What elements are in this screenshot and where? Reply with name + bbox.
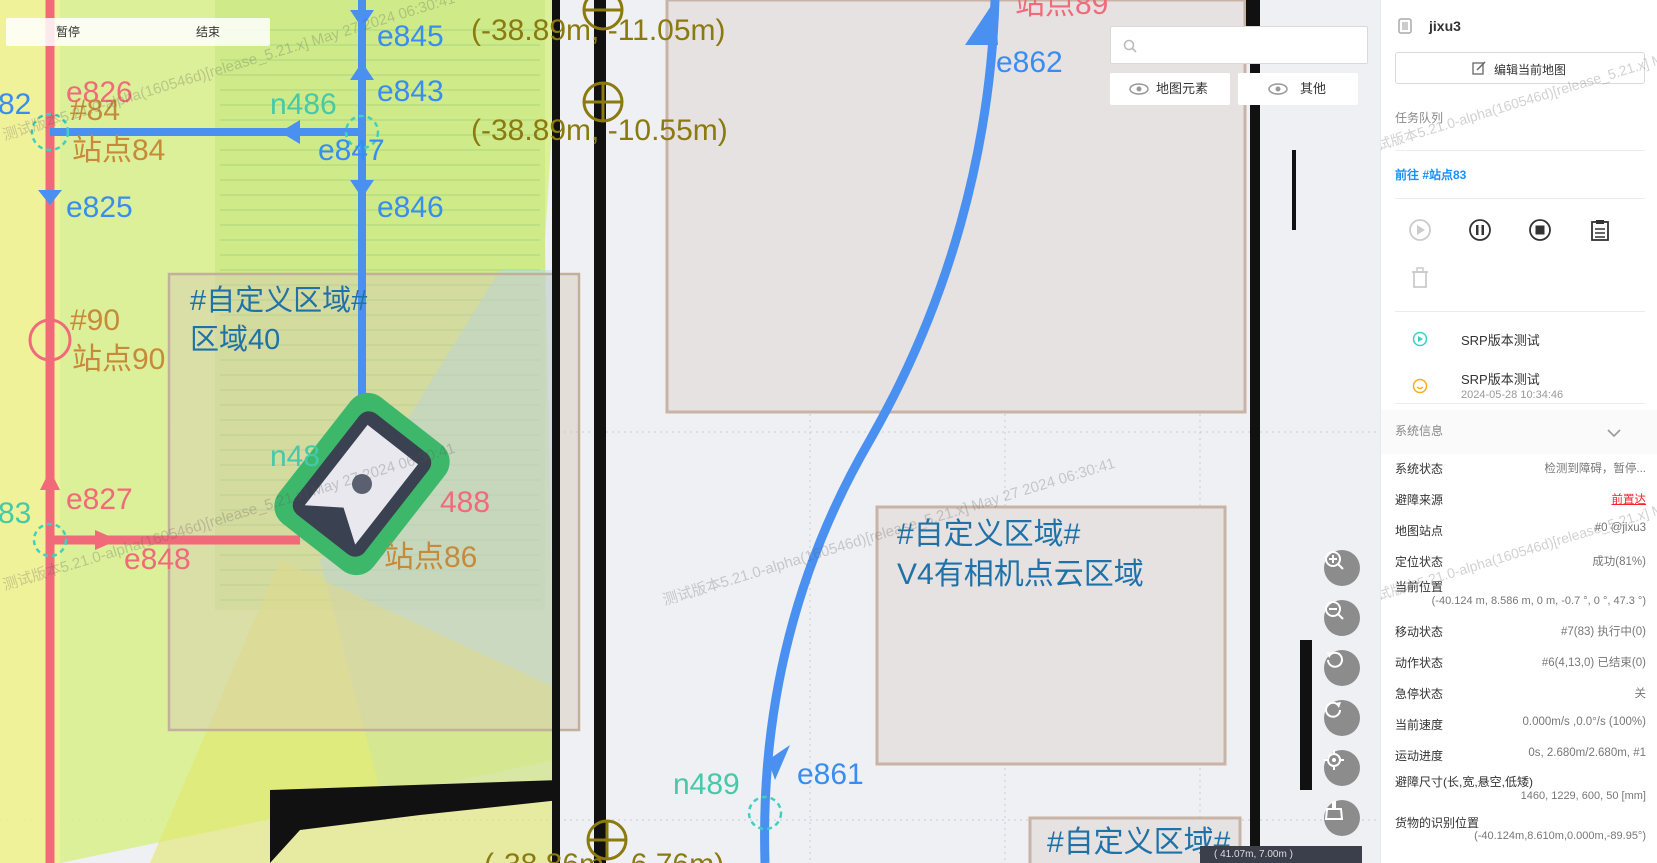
zone-title: #自定义区域# [190, 285, 368, 317]
map-search[interactable] [1110, 26, 1368, 64]
cursor-coordinates: ( 41.07m, 7.00m ) [1200, 846, 1362, 863]
task-running-icon [1412, 331, 1428, 347]
station-name: 站点89 [1015, 0, 1109, 21]
pause-icon [1469, 219, 1491, 241]
coord-label: (-38.89m, -11.05m) [471, 14, 726, 47]
node-label: n486 [270, 88, 337, 121]
row-label: 急停状态 [1395, 687, 1444, 701]
rotate-right-button[interactable] [1324, 700, 1360, 736]
system-info-label: 系统信息 [1395, 424, 1444, 438]
delete-button[interactable] [1408, 266, 1432, 290]
watermark: 测试版本5.21.0-alpha(160546d)[release_5.21.x… [1380, 13, 1657, 158]
row-value: 0.000m/s ,0.0°/s (100%) [1522, 716, 1647, 728]
row-label: 动作状态 [1395, 656, 1444, 670]
robot-name: jixu3 [1429, 18, 1461, 34]
zoom-in-icon [1325, 551, 1344, 570]
edge-label: e843 [377, 75, 444, 108]
task-name[interactable]: SRP版本测试 [1461, 369, 1540, 388]
zoom-out-button[interactable] [1324, 600, 1360, 636]
station-name: 站点84 [72, 134, 166, 167]
row-label: 货物的识别位置 [1395, 816, 1480, 830]
others-toggle[interactable]: 其他 [1238, 73, 1358, 105]
stop-icon [1529, 219, 1551, 241]
broom-icon [1324, 801, 1344, 820]
row-label: 避障尺寸(长,宽,悬空,低矮) [1395, 775, 1533, 789]
zone-name: V4有相机点云区域 [897, 558, 1144, 591]
zone-name: 区域40 [190, 324, 281, 356]
task-warning-icon [1412, 378, 1428, 394]
rotate-left-button[interactable] [1324, 650, 1360, 686]
rotate-left-icon [1327, 651, 1343, 668]
crosshair-icon [1324, 750, 1344, 770]
station-id: #90 [70, 304, 121, 337]
pause-button[interactable]: 暂停 [56, 18, 80, 46]
others-label: 其他 [1300, 81, 1327, 96]
stop-button[interactable] [1528, 218, 1552, 242]
row-label: 移动状态 [1395, 625, 1444, 639]
play-icon [1409, 219, 1431, 241]
coord-label: (-38.86m, -6.76m) [484, 850, 724, 863]
trash-icon [1412, 267, 1428, 288]
row-value: (-40.124 m, 8.586 m, 0 m, -0.7 °, 0 °, 4… [1431, 595, 1646, 607]
clipboard-icon [1591, 220, 1609, 241]
coord-label: (-38.89m, -10.55m) [471, 114, 728, 147]
station-name: 站点90 [72, 343, 166, 376]
row-label: 地图站点 [1395, 524, 1444, 538]
task-control-bar: 暂停 结束 [6, 18, 270, 46]
edit-map-label: 编辑当前地图 [1494, 63, 1567, 77]
row-label: 运动进度 [1395, 749, 1444, 763]
system-info-header[interactable]: 系统信息 [1381, 410, 1657, 454]
edge-label: e846 [377, 191, 444, 224]
chevron-down-icon [1607, 429, 1621, 438]
map-elements-label: 地图元素 [1156, 81, 1209, 96]
edge-label: e825 [66, 191, 133, 224]
row-value: 检测到障碍，暂停... [1544, 463, 1646, 475]
row-value: #7(83) 执行中(0) [1561, 626, 1646, 638]
node-label: n489 [673, 768, 740, 801]
eye-icon [1268, 83, 1288, 95]
pause-task-button[interactable] [1468, 218, 1492, 242]
station-name: 站点86 [384, 541, 478, 574]
edit-icon [1472, 61, 1486, 75]
robot-info-panel: jixu3 编辑当前地图 任务队列 前往 #站点83 SRP版本测试 SRP版本… [1380, 0, 1657, 863]
rotate-right-icon [1325, 701, 1341, 718]
task-name[interactable]: SRP版本测试 [1461, 330, 1540, 349]
edge-label: e861 [797, 758, 864, 791]
map-elements-toggle[interactable]: 地图元素 [1110, 73, 1230, 105]
row-value: 成功(81%) [1592, 556, 1646, 568]
zoom-out-icon [1325, 601, 1344, 620]
row-value: 1460, 1229, 600, 50 [mm] [1520, 790, 1646, 802]
search-icon [1123, 39, 1137, 53]
task-list-button[interactable] [1588, 218, 1612, 242]
locate-button[interactable] [1324, 750, 1360, 786]
search-input[interactable] [1141, 35, 1355, 57]
row-value: 关 [1634, 688, 1647, 700]
row-label: 当前速度 [1395, 718, 1444, 732]
map-canvas[interactable]: e845 e843 e847 e846 e826 e825 e827 e848 … [0, 0, 1380, 863]
task-time: 2024-05-28 10:34:46 [1461, 389, 1564, 401]
row-value: 0s, 2.680m/2.680m, #1 [1528, 747, 1646, 759]
row-label: 避障来源 [1395, 493, 1444, 507]
goto-target: 前往 #站点83 [1395, 168, 1467, 182]
robot-icon [1398, 18, 1412, 34]
node-label: n48 [270, 440, 321, 473]
play-button[interactable] [1408, 218, 1432, 242]
end-button[interactable]: 结束 [196, 18, 220, 46]
row-value: #6(4,13,0) 已结束(0) [1541, 657, 1646, 669]
eye-icon [1129, 83, 1149, 95]
edge-label: e827 [66, 483, 133, 516]
clear-button[interactable] [1324, 800, 1360, 836]
node-label: 83 [0, 497, 32, 530]
zoom-in-button[interactable] [1324, 550, 1360, 586]
row-value: (-40.124m,8.610m,0.000m,-89.95°) [1474, 830, 1646, 842]
row-label: 系统状态 [1395, 462, 1444, 476]
edge-label: e862 [996, 46, 1063, 79]
node-label: 82 [0, 88, 32, 121]
node-label: 488 [440, 486, 491, 519]
edge-label: e847 [318, 134, 385, 167]
